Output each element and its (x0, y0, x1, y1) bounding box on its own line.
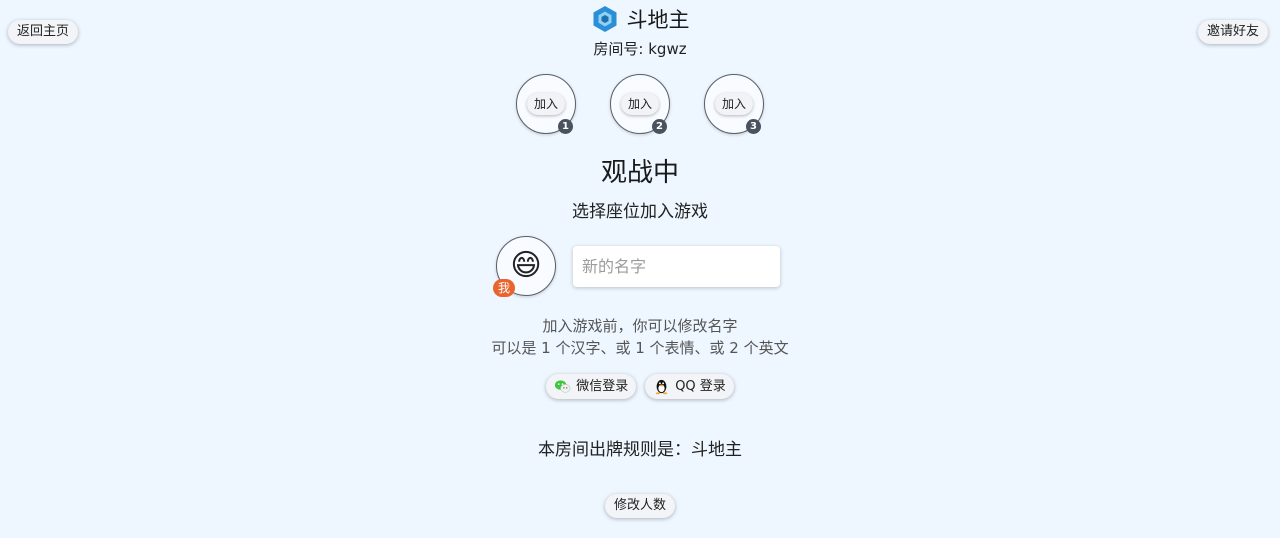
spectating-status: 观战中 (600, 158, 679, 188)
seat-number-badge: 1 (558, 119, 573, 134)
smiling-face-icon: 😄 (510, 248, 542, 283)
qq-penguin-icon (656, 379, 668, 395)
wechat-icon (555, 380, 571, 393)
wechat-login-button[interactable]: 微信登录 (546, 374, 637, 399)
qq-login-button[interactable]: QQ 登录 (645, 374, 734, 399)
qq-login-label: QQ 登录 (675, 379, 726, 394)
login-row: 微信登录 QQ 登录 (0, 374, 1280, 399)
room-number-label: 房间号: (593, 40, 649, 58)
wechat-login-label: 微信登录 (576, 379, 629, 394)
room-rule-text: 本房间出牌规则是：斗地主 (538, 440, 742, 460)
new-name-input[interactable] (573, 246, 780, 287)
seat-number-badge: 2 (652, 119, 667, 134)
hexagon-logo-icon (593, 6, 616, 32)
seat-number-badge: 3 (746, 119, 761, 134)
room-code: kgwz (648, 40, 687, 58)
join-seat-3-button[interactable]: 加入 (714, 93, 754, 115)
rename-hint-line-2: 可以是 1 个汉字、或 1 个表情、或 2 个英文 (491, 339, 789, 357)
seat-row: 加入 1 加入 2 加入 3 (0, 74, 1280, 134)
room-number: 房间号: kgwz (0, 38, 1280, 59)
my-avatar[interactable]: 😄 我 (493, 236, 556, 297)
rename-hint: 加入游戏前，你可以修改名字 可以是 1 个汉字、或 1 个表情、或 2 个英文 (0, 315, 1280, 359)
join-seat-1-button[interactable]: 加入 (526, 93, 566, 115)
me-badge: 我 (493, 279, 515, 297)
change-player-count-button[interactable]: 修改人数 (604, 494, 676, 518)
room-header: 斗地主 房间号: kgwz (0, 4, 1280, 59)
rename-hint-line-1: 加入游戏前，你可以修改名字 (542, 317, 738, 335)
seat-3: 加入 3 (704, 74, 764, 134)
game-room-page: 返回主页 邀请好友 斗地主 房间号: kgwz 加入 1 加入 2 加入 3 观… (0, 0, 1280, 538)
app-title: 斗地主 (626, 8, 690, 32)
choose-seat-subtitle: 选择座位加入游戏 (572, 202, 708, 222)
seat-2: 加入 2 (610, 74, 670, 134)
seat-1: 加入 1 (516, 74, 576, 134)
join-seat-2-button[interactable]: 加入 (620, 93, 660, 115)
title-row: 斗地主 (0, 4, 1280, 34)
